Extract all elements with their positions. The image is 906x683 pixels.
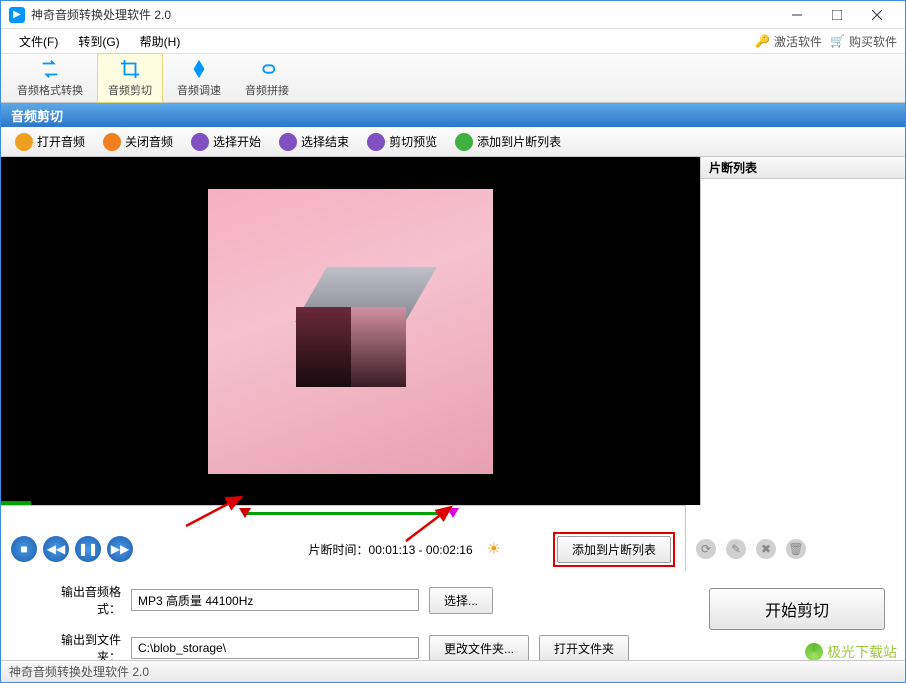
close-circle-icon <box>103 133 121 151</box>
section-header: 音频剪切 <box>1 103 905 127</box>
menu-goto[interactable]: 转到(G) <box>68 31 129 52</box>
tool-join[interactable]: 音频拼接 <box>235 54 299 102</box>
titlebar: ▶ 神奇音频转换处理软件 2.0 <box>1 1 905 29</box>
bracket-left-icon <box>191 133 209 151</box>
end-marker[interactable] <box>447 508 459 518</box>
status-text: 神奇音频转换处理软件 2.0 <box>9 663 149 680</box>
buy-link[interactable]: 🛒 购买软件 <box>830 33 897 50</box>
menu-file[interactable]: 文件(F) <box>9 31 68 52</box>
stop-button[interactable]: ■ <box>11 536 37 562</box>
tool-speed[interactable]: 音频调速 <box>167 54 231 102</box>
segment-panel-header: 片断列表 <box>701 157 905 179</box>
minimize-button[interactable] <box>777 1 817 29</box>
start-trim-button[interactable]: 开始剪切 <box>709 588 885 630</box>
window-title: 神奇音频转换处理软件 2.0 <box>31 6 777 23</box>
gear-icon[interactable]: ☀ <box>487 539 501 559</box>
watermark-icon <box>805 643 823 661</box>
forward-button[interactable]: ▶▶ <box>107 536 133 562</box>
segment-panel: 片断列表 <box>700 157 905 505</box>
convert-icon <box>39 58 61 80</box>
bracket-right-icon <box>279 133 297 151</box>
main-area: 片断列表 <box>1 157 905 505</box>
rewind-button[interactable]: ◀◀ <box>43 536 69 562</box>
playback-controls: ■ ◀◀ ❚❚ ▶▶ 片断时间：00:01:13 - 00:02:16 ☀ 添加… <box>1 527 685 571</box>
trash-icon[interactable]: 🗑 <box>786 539 806 559</box>
preview-button[interactable]: 剪切预览 <box>359 130 445 154</box>
app-logo-icon: ▶ <box>9 7 25 23</box>
add-to-list-button[interactable]: 添加到片断列表 <box>557 536 671 563</box>
tool-convert[interactable]: 音频格式转换 <box>7 54 93 102</box>
output-folder-field[interactable] <box>131 637 419 659</box>
activate-link[interactable]: 🔑 激活软件 <box>755 33 822 50</box>
cart-icon: 🛒 <box>830 34 845 48</box>
open-folder-button[interactable]: 打开文件夹 <box>539 635 629 662</box>
crop-icon <box>119 58 141 80</box>
close-button[interactable] <box>857 1 897 29</box>
segment-actions: ⟳ ✎ ✖ 🗑 <box>685 527 905 571</box>
sub-toolbar: 打开音频 关闭音频 选择开始 选择结束 剪切预览 添加到片断列表 <box>1 127 905 157</box>
add-to-list-highlight: 添加到片断列表 <box>553 532 675 567</box>
album-art <box>208 189 493 474</box>
select-format-button[interactable]: 选择... <box>429 587 493 614</box>
maximize-button[interactable] <box>817 1 857 29</box>
edit-icon[interactable]: ✎ <box>726 539 746 559</box>
select-end-button[interactable]: 选择结束 <box>271 130 357 154</box>
timeline[interactable] <box>1 505 685 527</box>
output-format-label: 输出音频格式： <box>41 583 121 617</box>
statusbar: 神奇音频转换处理软件 2.0 <box>1 660 905 682</box>
delete-icon[interactable]: ✖ <box>756 539 776 559</box>
link-icon <box>256 58 278 80</box>
watermark: 极光下载站 www.xz7.com <box>805 642 897 662</box>
play-circle-icon <box>367 133 385 151</box>
start-marker[interactable] <box>239 508 251 518</box>
menu-help[interactable]: 帮助(H) <box>130 31 191 52</box>
close-audio-button[interactable]: 关闭音频 <box>95 130 181 154</box>
menubar: 文件(F) 转到(G) 帮助(H) 🔑 激活软件 🛒 购买软件 <box>1 29 905 53</box>
rocket-icon <box>188 58 210 80</box>
output-format-field[interactable] <box>131 589 419 611</box>
preview-area <box>1 157 700 505</box>
segment-list[interactable] <box>701 179 905 505</box>
select-start-button[interactable]: 选择开始 <box>183 130 269 154</box>
add-segment-button[interactable]: 添加到片断列表 <box>447 130 569 154</box>
main-toolbar: 音频格式转换 音频剪切 音频调速 音频拼接 <box>1 53 905 103</box>
timeline-selection <box>246 512 446 515</box>
pause-button[interactable]: ❚❚ <box>75 536 101 562</box>
plus-circle-icon <box>455 133 473 151</box>
open-audio-button[interactable]: 打开音频 <box>7 130 93 154</box>
refresh-icon[interactable]: ⟳ <box>696 539 716 559</box>
change-folder-button[interactable]: 更改文件夹... <box>429 635 529 662</box>
tool-trim[interactable]: 音频剪切 <box>97 53 163 103</box>
folder-open-icon <box>15 133 33 151</box>
segment-time: 片断时间：00:01:13 - 00:02:16 <box>309 541 473 558</box>
key-icon: 🔑 <box>755 34 770 48</box>
output-form: 输出音频格式： 选择... 输出到文件夹： 更改文件夹... 打开文件夹 <box>1 571 685 673</box>
